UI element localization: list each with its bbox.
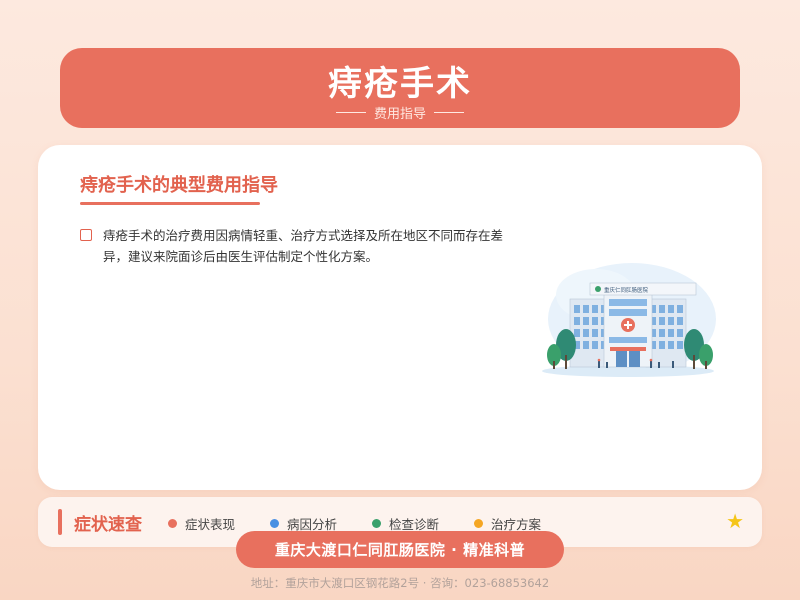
subtitle-divider-left (335, 112, 366, 113)
content-card: 痔疮手术的典型费用指导 痔疮手术的治疗费用因病情轻重、治疗方式选择及所在地区不同… (38, 145, 762, 490)
title-underline (80, 202, 260, 205)
quick-item-label: 症状表现 (185, 517, 236, 532)
bullet-square-icon (80, 229, 92, 241)
orange-dot-icon (474, 519, 483, 528)
hospital-building-illustration: 重庆仁同肛肠医院 (542, 263, 716, 377)
subtitle-text: 费用指导 (373, 107, 426, 122)
card-title: 痔疮手术的典型费用指导 (80, 175, 278, 196)
footer-address: 地址：重庆市大渡口区钢花路2号 · 咨询：023-68853642 (250, 576, 550, 590)
subtitle-divider-right (434, 112, 464, 113)
hospital-sign: 重庆仁同肛肠医院 (604, 286, 649, 294)
page-subtitle: 费用指导 (60, 103, 740, 122)
page-title: 痔疮手术 (328, 64, 472, 104)
green-dot-icon (372, 519, 381, 528)
red-dot-icon (168, 519, 177, 528)
hospital-brand-pill: 重庆大渡口仁同肛肠医院 · 精准科普 (236, 531, 564, 568)
quick-bar-title: 症状速查 (74, 515, 142, 535)
quick-bar-accent (58, 509, 62, 535)
blue-dot-icon (270, 519, 279, 528)
quick-item-symptoms[interactable]: 症状表现 (168, 514, 235, 533)
star-icon: ★ (726, 509, 744, 533)
card-body-text: 痔疮手术的治疗费用因病情轻重、治疗方式选择及所在地区不同而存在差异，建议来院面诊… (103, 228, 504, 264)
header-banner: 痔疮手术 费用指导 (60, 48, 740, 128)
